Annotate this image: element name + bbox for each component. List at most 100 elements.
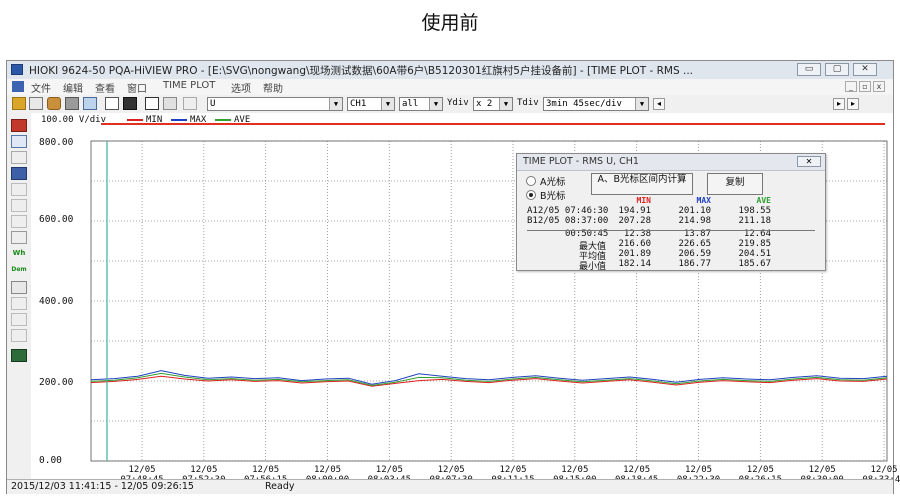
book-icon[interactable] [105,97,119,110]
dem-icon[interactable]: Dem [11,263,27,276]
print-icon[interactable] [65,97,79,110]
row-value-ave: 211.18 [738,216,771,226]
compare-icon[interactable] [11,349,27,362]
close-button[interactable]: ✕ [853,63,877,76]
doc-icon[interactable] [11,297,27,310]
x-tick-date: 12/05 [252,465,280,475]
left-toolbar: Wh Dem [7,113,32,479]
status-bar: 2015/12/03 11:41:15 - 12/05 09:26:15 Rea… [7,479,893,494]
radio-cursor-b-label: B光标 [540,191,566,202]
row-value-ave: 198.55 [738,206,771,216]
row-value-ave: 185.67 [738,259,771,269]
harmonic-icon[interactable] [11,135,27,148]
app-window: HIOKI 9624-50 PQA-HiVIEW PRO - [E:\SVG\n… [6,60,900,494]
x-tick-date: 12/05 [623,465,651,475]
row-value-min: 216.60 [618,239,651,249]
mdi-restore-button[interactable]: ▫ [859,81,871,92]
status-range: 2015/12/03 11:41:15 - 12/05 09:26:15 [11,481,194,492]
page-heading: 使用前 [421,12,479,34]
flicker-icon[interactable] [11,199,27,212]
row-value-max: 226.65 [678,239,711,249]
save-icon[interactable] [29,97,43,110]
x-tick-date: 12/05 [375,465,403,475]
mdi-minimize-button[interactable]: _ [845,81,857,92]
app-icon [11,64,23,75]
x-tick-date: 12/05 [499,465,527,475]
waveform-icon[interactable] [11,151,27,164]
y-tick-label: 200.00 [39,377,74,388]
tdiv-label: Tdiv [517,98,539,108]
print-preview-icon[interactable] [11,329,27,342]
x-tick-date: 12/05 [746,465,774,475]
grid-icon[interactable] [183,97,197,110]
tdiv-select[interactable]: 3min 45sec/div ▼ [543,97,649,111]
x-tick-date: 12/05 [870,465,898,475]
x-tick-date: 12/05 [561,465,589,475]
menu-file[interactable]: 文件 [31,80,51,95]
calc-range-button[interactable]: A、B光标区间内计算 [591,173,693,195]
maximize-button[interactable]: ▢ [825,63,849,76]
menu-window[interactable]: 窗口 [127,80,147,95]
event-icon[interactable] [11,215,27,228]
measure-select[interactable]: U ▼ [207,97,343,111]
report-icon[interactable] [11,231,27,244]
row-value-ave: 219.85 [738,239,771,249]
menu-help[interactable]: 帮助 [263,80,283,95]
radio-cursor-b[interactable] [526,190,536,200]
row-value-max: 214.98 [678,216,711,226]
scroll-right-button-2[interactable]: ▸ [847,98,859,110]
row-value-min: 201.89 [618,249,651,259]
channel-select[interactable]: CH1 ▼ [347,97,395,111]
menu-options[interactable]: 选项 [231,80,251,95]
menu-view[interactable]: 查看 [95,80,115,95]
notes-icon[interactable] [11,281,27,294]
range-select-value: all [402,99,419,109]
radio-cursor-a[interactable] [526,176,536,186]
menu-time-plot[interactable]: TIME PLOT [163,80,215,91]
row-value-min: 182.14 [618,259,651,269]
menu-edit[interactable]: 编辑 [63,80,83,95]
row-value-max: 201.10 [678,206,711,216]
scroll-right-button-1[interactable]: ▸ [833,98,845,110]
chevron-down-icon: ▼ [381,98,394,110]
list-icon[interactable] [11,119,27,132]
range-select[interactable]: all ▼ [399,97,443,111]
monitor-icon[interactable] [11,167,27,180]
disk-icon[interactable] [123,97,137,110]
open-folder-icon[interactable] [12,97,26,110]
channel-select-value: CH1 [350,99,367,109]
ydiv-select-value: x 2 [476,99,493,109]
copy-icon[interactable] [83,97,97,110]
minimize-button[interactable]: ▭ [797,63,821,76]
tile-icon[interactable] [11,313,27,326]
scroll-left-button[interactable]: ◂ [653,98,665,110]
chevron-down-icon: ▼ [429,98,442,110]
dialog-separator [527,230,815,231]
x-tick-date: 12/05 [684,465,713,475]
bar-chart-icon[interactable] [163,97,177,110]
ydiv-label: Ydiv [447,98,469,108]
document-icon[interactable] [12,81,24,92]
y-tick-label: 400.00 [39,296,74,307]
measure-select-value: U [210,99,216,109]
mdi-close-button[interactable]: x [873,81,885,92]
copy-button[interactable]: 复制 [707,173,763,195]
dialog-title: TIME PLOT - RMS U, CH1 [523,156,639,167]
x-tick-date: 12/05 [313,465,342,475]
dialog-close-button[interactable]: ✕ [797,156,821,167]
ydiv-select[interactable]: x 2 ▼ [473,97,513,111]
toolbar: U ▼ CH1 ▼ all ▼ Ydiv x 2 ▼ Tdiv 3min 45sec/d… [7,95,893,114]
convert-icon[interactable] [47,97,61,110]
column-ave: AVE [756,196,771,205]
x-tick-date: 12/05 [128,465,156,475]
radio-cursor-a-label: A光标 [540,177,566,188]
cursor-values-dialog: TIME PLOT - RMS U, CH1 ✕ A光标 B光标 A、B光标区间… [516,153,826,272]
row-value-ave: 204.51 [738,249,771,259]
menu-bar: 文件 编辑 查看 窗口 TIME PLOT 选项 帮助 _ ▫ x [7,79,893,96]
wh-icon[interactable]: Wh [11,247,27,260]
dmm-icon[interactable] [11,183,27,196]
table-icon[interactable] [145,97,159,110]
status-state: Ready [265,481,295,492]
row-value-max: 206.59 [678,249,711,259]
column-min: MIN [636,196,651,205]
